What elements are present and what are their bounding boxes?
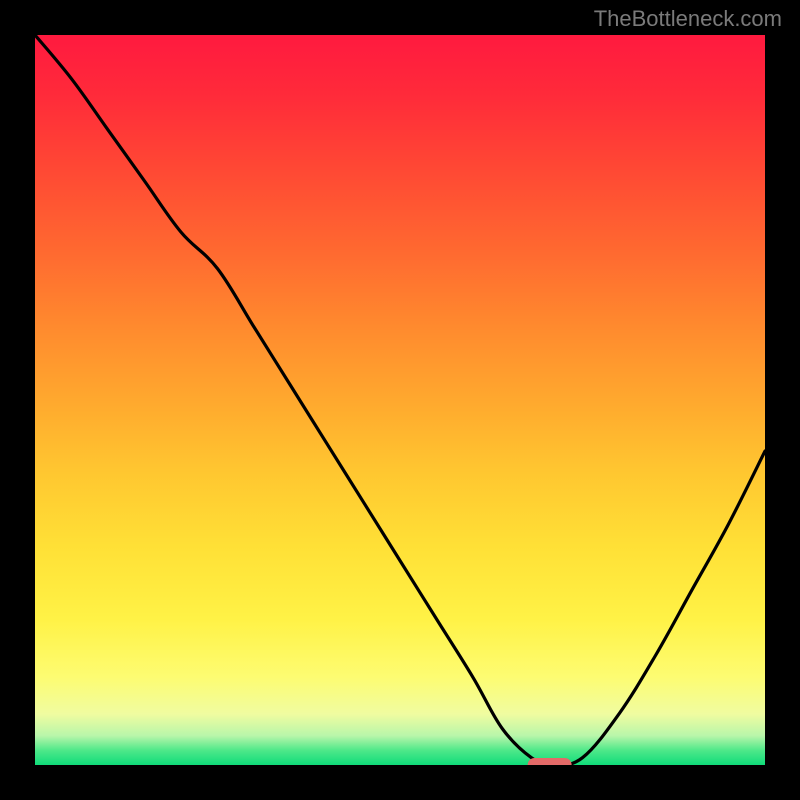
chart-plot-area: [35, 35, 765, 765]
outer-frame: TheBottleneck.com: [0, 0, 800, 800]
curve-line: [35, 35, 765, 765]
watermark-text: TheBottleneck.com: [594, 6, 782, 32]
optimal-point-marker: [528, 758, 572, 765]
bottleneck-curve: [35, 35, 765, 765]
